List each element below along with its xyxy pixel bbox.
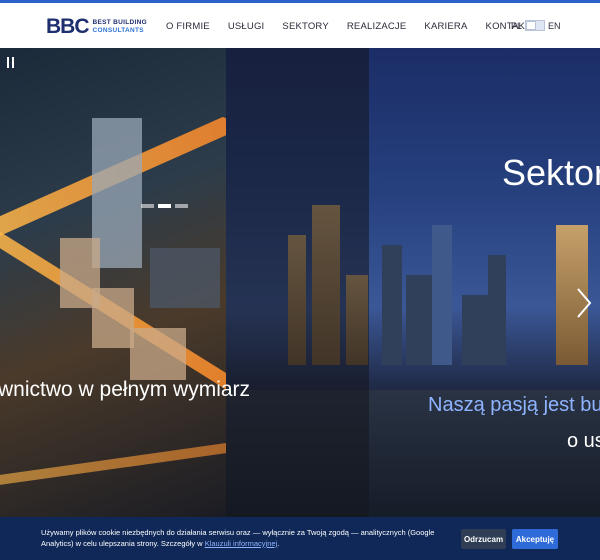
hero-headline-left: wnictwo w pełnym wymiarz (0, 378, 251, 401)
hero-slider: wnictwo w pełnym wymiarz Sektor Naszą pa… (0, 48, 600, 520)
hero-building (92, 288, 134, 348)
slider-dot-active[interactable] (158, 204, 171, 208)
nav-item-kariera[interactable]: KARIERA (424, 21, 467, 32)
hero-slide-skyline (226, 48, 600, 520)
logo-mark-text: BBC (46, 15, 89, 38)
skyline-tower (382, 245, 402, 365)
skyline-tower (432, 225, 452, 365)
language-toggle-knob (526, 21, 537, 30)
pause-icon[interactable] (7, 57, 15, 68)
cookie-banner: Używamy plików cookie niezbędnych do dzi… (0, 517, 600, 560)
logo-mark: BBC (46, 15, 89, 39)
hero-slide-city-roads (0, 48, 226, 520)
accept-cookies-button[interactable]: Akceptuję (512, 529, 558, 549)
hero-headline-right: Sektor (502, 152, 600, 193)
nav-item-sektory[interactable]: SEKTORY (282, 21, 328, 32)
language-toggle[interactable] (525, 20, 546, 31)
slider-dot[interactable] (141, 204, 154, 208)
nav-item-o-firmie[interactable]: O FIRMIE (166, 21, 210, 32)
nav-item-uslugi[interactable]: USŁUGI (228, 21, 265, 32)
chevron-right-icon[interactable] (575, 286, 593, 320)
main-nav: O FIRMIE USŁUGI SEKTORY REALIZACJE KARIE… (166, 21, 549, 32)
hero-subline-2: o us (567, 430, 600, 452)
hero-overlay-band (226, 48, 369, 520)
cookie-text: Używamy plików cookie niezbędnych do dzi… (41, 527, 441, 549)
cookie-policy-link[interactable]: Klauzuli informacyjnej (205, 539, 278, 548)
hero-building (130, 328, 186, 380)
hero-building (150, 248, 220, 308)
logo-line-1: BEST BUILDING (92, 19, 147, 26)
lang-option-en[interactable]: EN (548, 21, 561, 31)
slider-dot[interactable] (175, 204, 188, 208)
nav-item-realizacje[interactable]: REALIZACJE (347, 21, 407, 32)
lang-option-pl[interactable]: PL (511, 21, 522, 31)
logo-wordmark: BEST BUILDING CONSULTANTS (93, 19, 147, 35)
language-switch: PL EN (511, 20, 561, 31)
logo-line-2: CONSULTANTS (92, 27, 144, 34)
logo[interactable]: BBC BEST BUILDING CONSULTANTS (46, 15, 147, 39)
slider-dots (141, 204, 192, 208)
hero-road-light (0, 439, 226, 487)
cookie-suffix: . (277, 539, 280, 548)
reject-cookies-button[interactable]: Odrzucam (461, 529, 506, 549)
hero-subline-1: Naszą pasją jest budo (428, 394, 600, 416)
skyline-tower (488, 255, 506, 365)
skyline-tower (406, 275, 434, 365)
site-header: BBC BEST BUILDING CONSULTANTS O FIRMIE U… (0, 3, 600, 48)
